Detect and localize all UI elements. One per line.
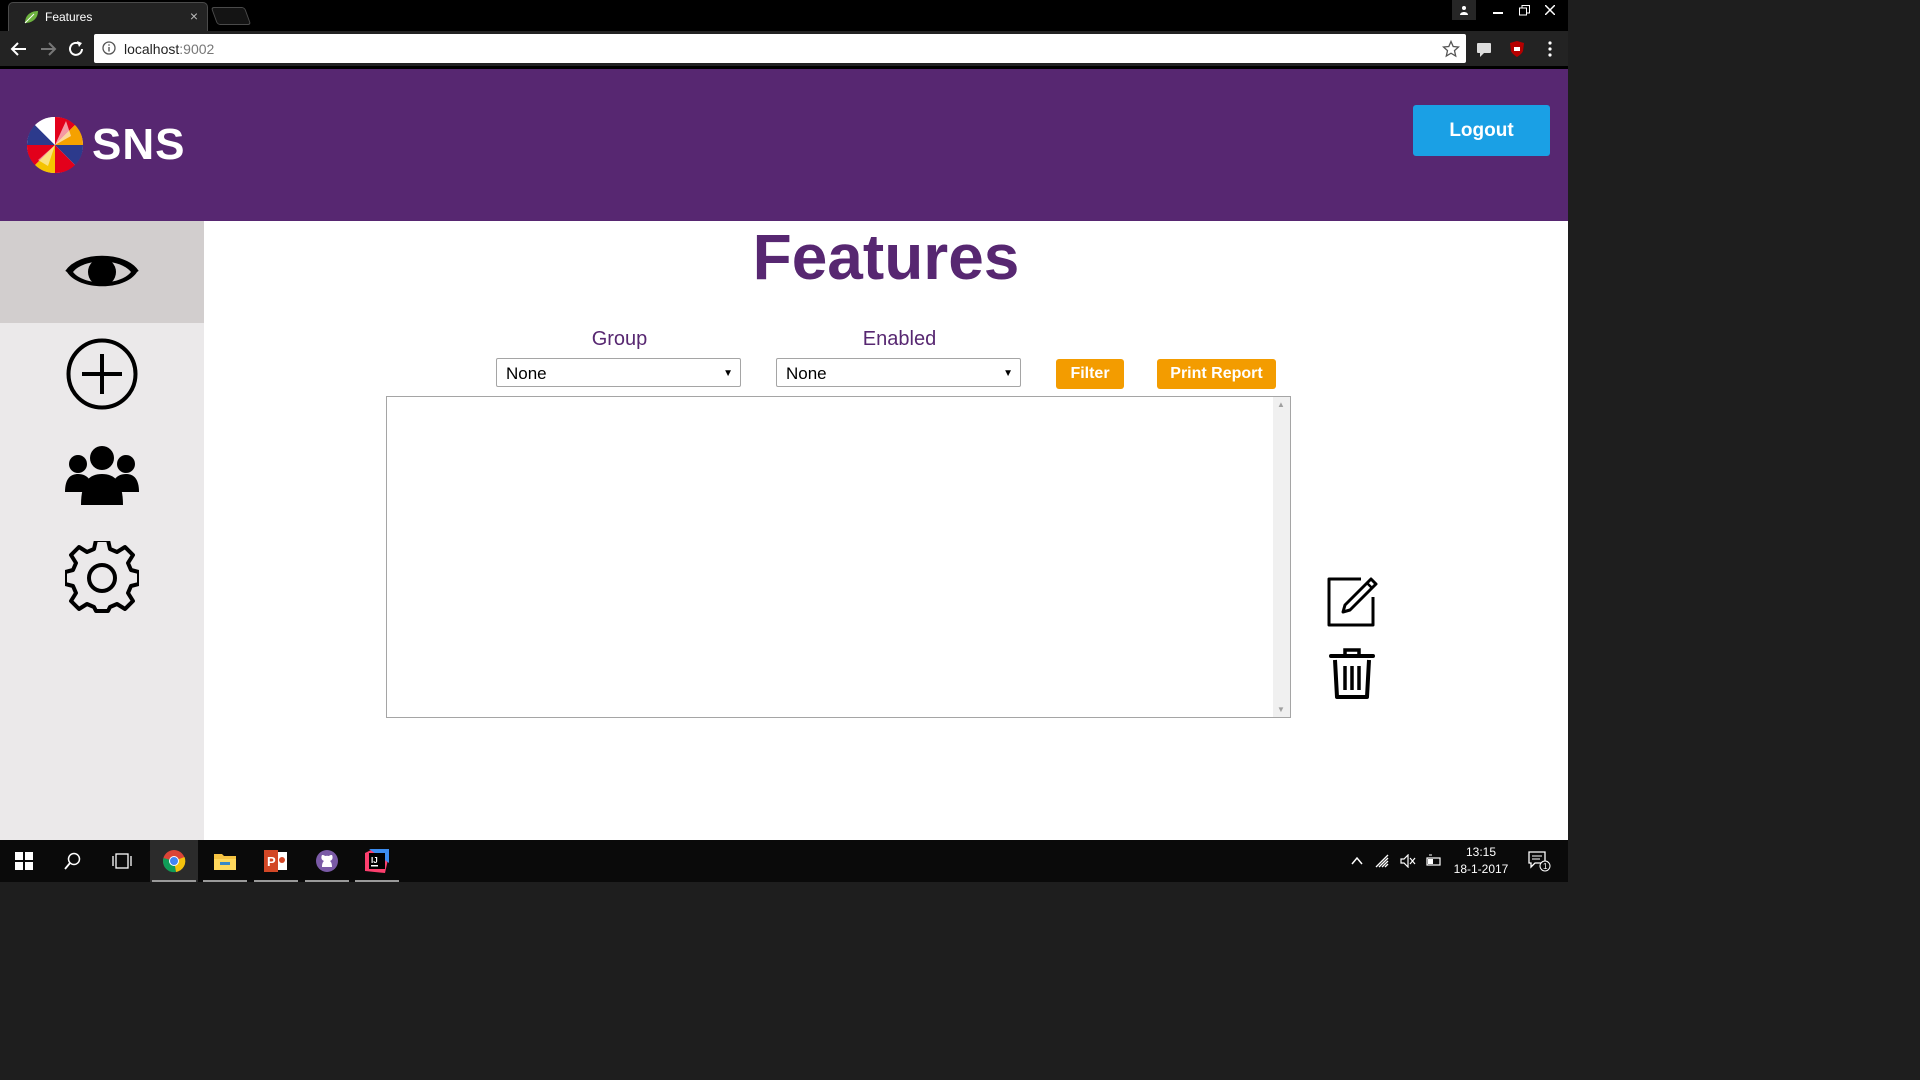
group-filter-label: Group (591, 328, 648, 350)
enabled-filter-label: Enabled (862, 328, 937, 350)
windows-taskbar: P IJ 13:15 18-1-2017 1 (0, 840, 1568, 882)
logo-text: SNS (92, 120, 186, 169)
trash-icon[interactable] (1325, 646, 1379, 700)
chevron-up-icon[interactable] (1350, 854, 1364, 868)
filter-button[interactable]: Filter (1056, 359, 1124, 389)
ublock-icon[interactable] (1508, 40, 1526, 58)
main-content: Features Group Enabled None ▼ None ▼ Fil… (204, 221, 1568, 840)
gear-icon (65, 541, 139, 613)
sidebar-item-add[interactable] (0, 323, 204, 425)
sidebar (0, 221, 204, 840)
sidebar-item-settings[interactable] (0, 527, 204, 629)
clock-time: 13:15 (1465, 845, 1497, 859)
dropdown-caret-icon: ▼ (1003, 368, 1013, 379)
restore-icon[interactable] (1512, 0, 1536, 20)
window-controls (1450, 0, 1568, 20)
svg-text:IJ: IJ (371, 856, 378, 865)
minimize-icon[interactable] (1486, 0, 1510, 20)
clock-date: 18-1-2017 (1453, 862, 1509, 876)
back-arrow-icon[interactable] (9, 39, 29, 59)
chrome-taskbar-icon[interactable] (150, 840, 198, 882)
extension-chat-icon[interactable] (1476, 40, 1494, 58)
svg-text:P: P (267, 854, 276, 869)
browser-tab-features[interactable]: Features × (8, 2, 208, 31)
users-icon (65, 446, 139, 505)
print-report-button[interactable]: Print Report (1157, 359, 1276, 389)
group-select[interactable]: None ▼ (496, 358, 741, 387)
logout-button[interactable]: Logout (1413, 105, 1550, 156)
sns-logo-icon (26, 116, 84, 174)
forward-arrow-icon[interactable] (38, 39, 58, 59)
taskbar-clock[interactable]: 13:15 18-1-2017 (1448, 844, 1514, 878)
browser-tab-bar: Features × (0, 0, 1568, 31)
reload-icon[interactable] (66, 39, 86, 59)
action-center-icon[interactable]: 1 (1516, 840, 1562, 882)
menu-dots-icon[interactable] (1541, 40, 1559, 58)
page-title: Features (752, 221, 1020, 293)
scroll-up-icon[interactable]: ▲ (1277, 400, 1285, 409)
volume-muted-icon[interactable] (1400, 854, 1416, 868)
browser-toolbar: localhost:9002 (0, 31, 1568, 66)
edit-icon[interactable] (1325, 575, 1379, 629)
app-header: SNS Logout (0, 66, 1568, 221)
tab-close-icon[interactable]: × (190, 8, 198, 24)
plus-circle-icon (66, 338, 138, 410)
intellij-icon[interactable]: IJ (353, 840, 401, 882)
group-select-value: None (506, 364, 547, 383)
sns-logo[interactable]: SNS (26, 114, 196, 176)
notification-count: 1 (1543, 862, 1548, 871)
dropdown-caret-icon: ▼ (723, 368, 733, 379)
new-tab-button[interactable] (210, 7, 252, 25)
eye-icon (65, 255, 139, 287)
url-text: localhost:9002 (124, 41, 215, 57)
github-icon[interactable] (303, 840, 351, 882)
sidebar-item-overview[interactable] (0, 221, 204, 323)
sidebar-item-groups[interactable] (0, 425, 204, 527)
task-view-icon[interactable] (98, 840, 146, 882)
bookmark-star-icon[interactable] (1442, 40, 1460, 58)
system-tray (1350, 840, 1442, 882)
enabled-select-value: None (786, 364, 827, 383)
search-icon[interactable] (49, 840, 97, 882)
wifi-icon[interactable] (1374, 854, 1390, 868)
battery-icon[interactable] (1426, 854, 1442, 868)
enabled-select[interactable]: None ▼ (776, 358, 1021, 387)
tab-title: Features (45, 10, 93, 24)
spring-leaf-icon (24, 11, 38, 24)
info-icon[interactable] (102, 41, 116, 55)
windows-start-icon[interactable] (0, 840, 48, 882)
address-bar[interactable]: localhost:9002 (94, 34, 1466, 63)
user-profile-icon[interactable] (1452, 0, 1476, 20)
list-scrollbar[interactable]: ▲ ▼ (1273, 397, 1290, 717)
features-list[interactable]: ▲ ▼ (386, 396, 1291, 718)
powerpoint-icon[interactable]: P (252, 840, 300, 882)
file-explorer-icon[interactable] (201, 840, 249, 882)
scroll-down-icon[interactable]: ▼ (1277, 705, 1285, 714)
close-window-icon[interactable] (1538, 0, 1562, 20)
